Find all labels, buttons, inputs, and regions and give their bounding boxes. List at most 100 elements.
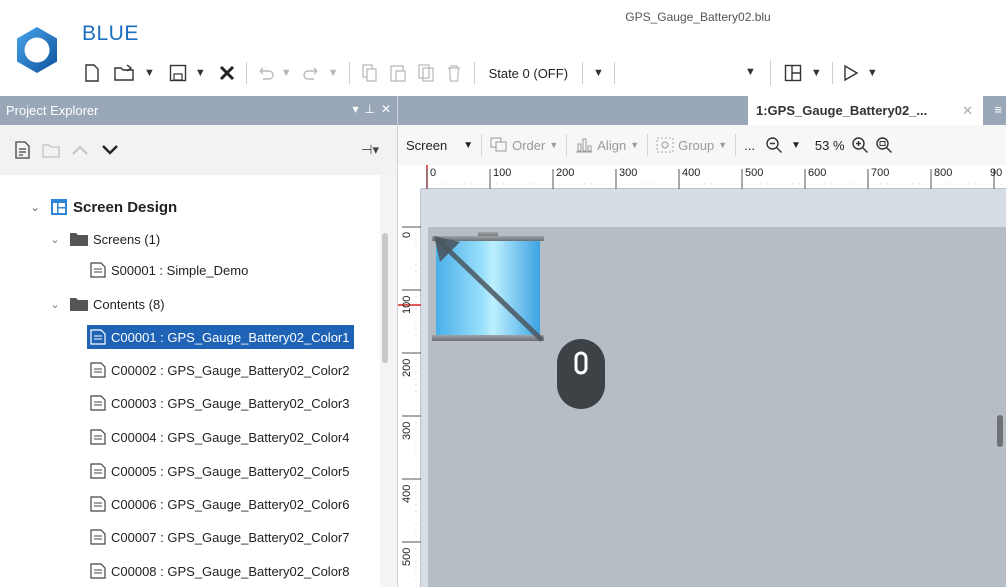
- tree-node-contents-folder[interactable]: ⌄ Contents (8): [48, 292, 165, 316]
- close-tab-icon[interactable]: ✕: [962, 103, 973, 119]
- tree-item-label: C00004 : GPS_Gauge_Battery02_Color4: [111, 429, 350, 445]
- duplicate-button[interactable]: [412, 59, 440, 87]
- tree-item-label: C00001 : GPS_Gauge_Battery02_Color1: [111, 329, 350, 345]
- horizontal-ruler: 0 100 200 300 400 500 600 700 800 90: [421, 165, 1006, 189]
- scrollbar-thumb[interactable]: [382, 233, 388, 363]
- tab-list-menu-icon[interactable]: ≡: [994, 102, 1002, 117]
- new-file-button[interactable]: [80, 59, 104, 87]
- open-folder-icon: [114, 64, 134, 81]
- project-tree-scrollbar[interactable]: [380, 175, 397, 587]
- chevron-down-icon[interactable]: ⌄: [48, 233, 62, 246]
- tree-item-content[interactable]: C00003 : GPS_Gauge_Battery02_Color3: [90, 391, 350, 415]
- group-icon: [656, 137, 674, 153]
- tree-item-label: C00007 : GPS_Gauge_Battery02_Color7: [111, 529, 350, 545]
- paste-button[interactable]: [384, 59, 412, 87]
- screen-toolbar: Screen ▼ Order ▼ Align ▼ Group ▼ ... ▼ 5…: [398, 125, 1006, 165]
- tree-item-label: C00005 : GPS_Gauge_Battery02_Color5: [111, 463, 350, 479]
- ruler-label: 800: [934, 167, 953, 179]
- battery-gauge-widget[interactable]: [430, 232, 546, 344]
- move-down-icon[interactable]: [100, 143, 120, 157]
- toolbar-separator: [613, 62, 615, 84]
- tree-item-content[interactable]: C00005 : GPS_Gauge_Battery02_Color5: [90, 459, 350, 483]
- toolbar-separator: [831, 62, 833, 84]
- align-label: Align: [597, 137, 627, 153]
- document-icon: [90, 496, 106, 512]
- copy-button[interactable]: [356, 59, 384, 87]
- ruler-label: 300: [401, 421, 413, 440]
- tree-item-content[interactable]: C00004 : GPS_Gauge_Battery02_Color4: [90, 425, 350, 449]
- tree-node-label: Screen Design: [73, 198, 178, 216]
- layout-button[interactable]: [779, 59, 807, 87]
- object-selector-combo[interactable]: ▼: [621, 60, 771, 86]
- panel-menu-icon[interactable]: ▾: [352, 102, 358, 116]
- tree-item-content[interactable]: C00007 : GPS_Gauge_Battery02_Color7: [90, 525, 350, 549]
- pin-panel-icon[interactable]: ⊥: [364, 102, 374, 116]
- tab-document[interactable]: 1:GPS_Gauge_Battery02_... ✕: [748, 96, 983, 125]
- tree-item-screen[interactable]: S00001 : Simple_Demo: [90, 258, 248, 282]
- copy-icon: [361, 64, 377, 82]
- close-panel-icon[interactable]: ✕: [381, 102, 391, 116]
- ruler-label: 400: [401, 484, 413, 503]
- toolbar-separator: [735, 134, 737, 156]
- state-selector[interactable]: State 0 (OFF): [481, 60, 576, 86]
- chevron-down-icon[interactable]: ⌄: [48, 298, 62, 311]
- folder-icon: [70, 232, 88, 246]
- zoom-in-icon[interactable]: [851, 136, 869, 154]
- window-title: GPS_Gauge_Battery02.blu: [625, 10, 771, 24]
- chevron-down-icon[interactable]: ⌄: [28, 201, 42, 214]
- tree-item-label: C00008 : GPS_Gauge_Battery02_Color8: [111, 563, 350, 579]
- chevron-down-icon: ▼: [718, 140, 728, 150]
- save-dropdown-icon[interactable]: ▼: [195, 67, 206, 79]
- toolbar-separator: [566, 134, 568, 156]
- run-button[interactable]: [839, 59, 863, 87]
- tree-node-screens-folder[interactable]: ⌄ Screens (1): [48, 227, 160, 251]
- delete-button[interactable]: [440, 59, 468, 87]
- document-tab-bar: 1:GPS_Gauge_Battery02_... ✕ ≡: [398, 96, 1006, 125]
- close-file-button[interactable]: [214, 59, 240, 87]
- app-logo-icon: [17, 27, 57, 73]
- ruler-label: 200: [556, 167, 575, 179]
- open-button[interactable]: [110, 59, 140, 87]
- tree-item-content[interactable]: C00008 : GPS_Gauge_Battery02_Color8: [90, 559, 350, 583]
- toolbar-separator: [473, 62, 475, 84]
- screen-selector[interactable]: Screen ▼: [406, 138, 473, 153]
- chevron-down-icon: ▼: [549, 140, 559, 150]
- tree-item-label: C00003 : GPS_Gauge_Battery02_Color3: [111, 395, 350, 411]
- ruler-label: 0: [430, 167, 437, 179]
- ruler-label: 500: [745, 167, 764, 179]
- project-explorer-header: Project Explorer ▾ ⊥ ✕: [0, 96, 397, 125]
- tree-node-screen-design[interactable]: ⌄ Screen Design: [28, 195, 177, 219]
- tree-item-content[interactable]: C00006 : GPS_Gauge_Battery02_Color6: [90, 492, 350, 516]
- canvas-scrollbar-thumb[interactable]: [997, 415, 1003, 447]
- open-dropdown-icon[interactable]: ▼: [144, 67, 155, 79]
- more-button[interactable]: ...: [744, 138, 755, 153]
- tree-node-label: Contents (8): [93, 296, 165, 312]
- state-dropdown-icon[interactable]: ▼: [593, 67, 604, 79]
- zoom-out-button[interactable]: ▼: [765, 136, 801, 154]
- zoom-fit-icon[interactable]: [875, 136, 893, 154]
- order-button[interactable]: Order ▼: [490, 137, 558, 153]
- ruler-label: 100: [401, 295, 413, 314]
- undo-dropdown-icon[interactable]: ▼: [281, 67, 292, 79]
- group-button[interactable]: Group ▼: [656, 137, 727, 153]
- add-folder-icon[interactable]: [42, 141, 60, 159]
- ruler-label: 0: [401, 231, 413, 238]
- redo-button[interactable]: [300, 59, 324, 87]
- redo-dropdown-icon[interactable]: ▼: [328, 67, 339, 79]
- align-button[interactable]: Align ▼: [575, 137, 639, 153]
- run-dropdown-icon[interactable]: ▼: [867, 67, 878, 79]
- canvas-margin: [421, 227, 428, 587]
- layout-dropdown-icon[interactable]: ▼: [811, 67, 822, 79]
- app-window: BLUE GPS_Gauge_Battery02.blu ▼ ▼ ▼ ▼ Sta…: [0, 0, 1006, 587]
- tree-item-content[interactable]: C00002 : GPS_Gauge_Battery02_Color2: [90, 358, 350, 382]
- pin-filter-icon[interactable]: ⊣▾: [361, 142, 379, 158]
- object-selector-dropdown-icon[interactable]: ▼: [745, 66, 756, 78]
- order-label: Order: [512, 137, 546, 153]
- move-up-icon[interactable]: [70, 143, 90, 157]
- undo-button[interactable]: [253, 59, 277, 87]
- add-item-icon[interactable]: [14, 141, 32, 159]
- tree-item-content-selected[interactable]: C00001 : GPS_Gauge_Battery02_Color1: [87, 325, 354, 349]
- save-button[interactable]: [165, 59, 191, 87]
- project-explorer-title: Project Explorer: [6, 103, 99, 118]
- tree-item-label: S00001 : Simple_Demo: [111, 262, 249, 278]
